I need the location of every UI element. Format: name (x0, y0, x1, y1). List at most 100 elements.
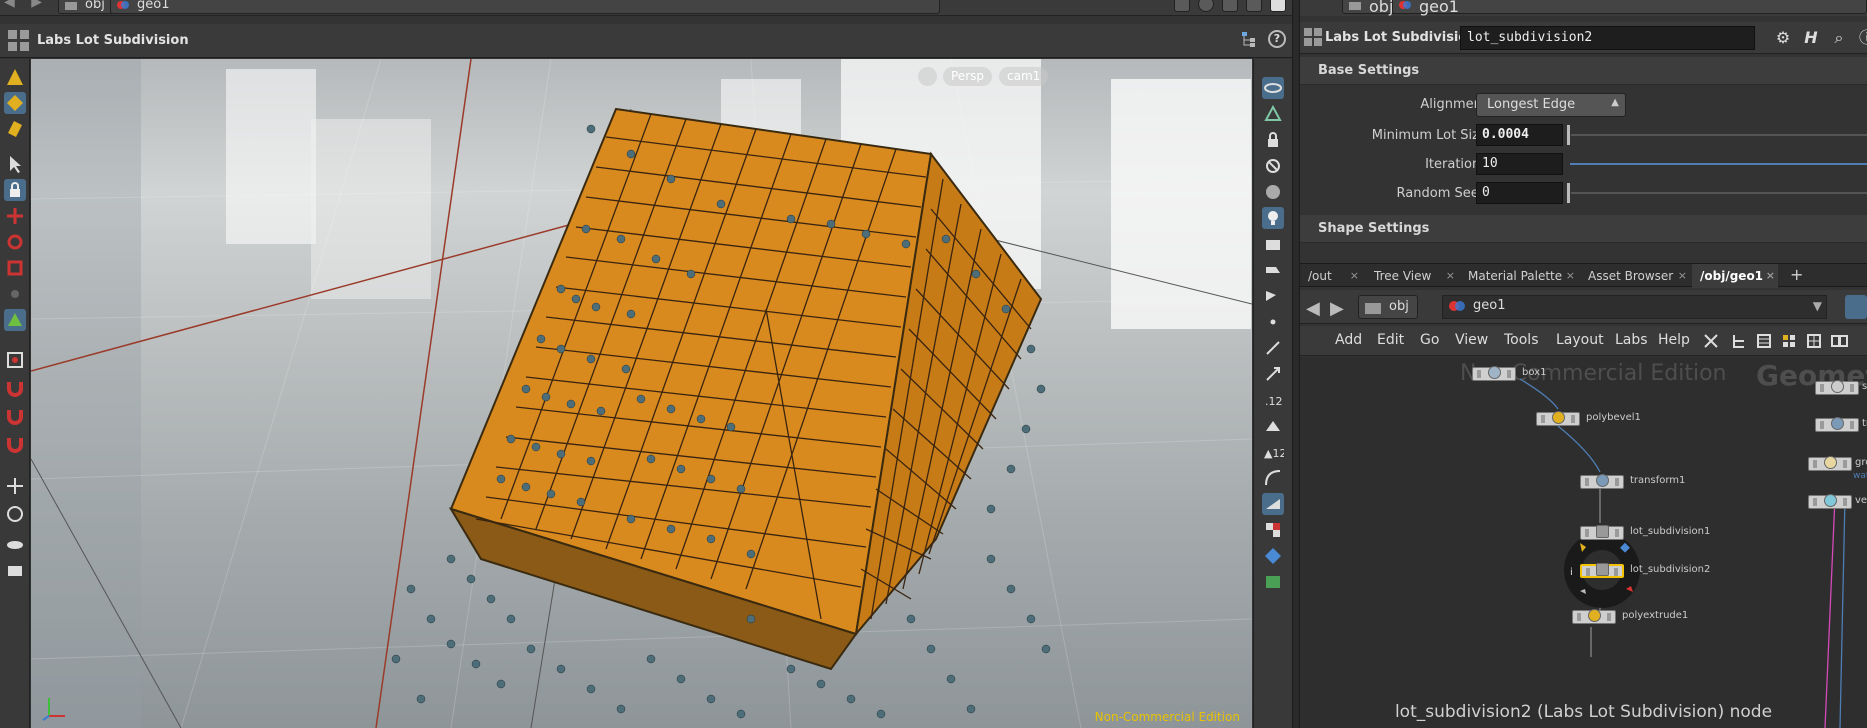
tab-asset-browser[interactable]: Asset Browser × (1580, 264, 1690, 288)
magnet-snap-icon[interactable] (4, 377, 26, 399)
hda-icon[interactable]: H (1800, 27, 1822, 49)
close-icon[interactable]: × (1678, 269, 1687, 282)
path-crumb-geo[interactable]: geo1 (1392, 0, 1867, 16)
pin-pane-button[interactable] (1845, 295, 1867, 319)
shading-sphere-icon[interactable] (1262, 181, 1284, 203)
brush-tool-icon[interactable] (4, 117, 26, 139)
base-settings-folder[interactable]: Base Settings (1300, 57, 1867, 85)
net-crumb-obj[interactable]: obj (1358, 295, 1418, 319)
close-icon[interactable]: × (1350, 269, 1359, 282)
edit-shape-icon[interactable] (4, 92, 26, 114)
path-crumb-obj[interactable]: obj (58, 0, 114, 14)
display-ghost-icon[interactable] (1262, 103, 1284, 125)
view-lock-button[interactable] (918, 67, 937, 86)
snapshot-icon[interactable] (1270, 0, 1286, 12)
net-path-dropdown[interactable]: geo1 ▼ (1442, 295, 1827, 319)
rotate-tool-icon[interactable] (4, 231, 26, 253)
alignment-menu[interactable]: Longest Edge ▲ (1476, 93, 1626, 117)
net-crumb-geo[interactable]: geo1 (1443, 295, 1513, 319)
snap-prim-icon[interactable] (4, 433, 26, 455)
node-name-field[interactable]: lot_subdivision2 (1460, 26, 1755, 50)
min-lot-size-knob[interactable] (1566, 124, 1571, 146)
normal-display-icon[interactable] (1262, 337, 1284, 359)
bg-image-icon[interactable] (1262, 571, 1284, 593)
eye-icon[interactable] (1262, 77, 1284, 99)
gear-icon[interactable]: ⚙ (1772, 27, 1794, 49)
camera-icon[interactable] (1262, 233, 1284, 255)
close-icon[interactable]: × (1446, 269, 1455, 282)
menu-edit[interactable]: Edit (1377, 332, 1404, 348)
select-arrow-icon[interactable] (4, 153, 26, 175)
menu-labs[interactable]: Labs (1615, 332, 1648, 348)
table-view-icon[interactable] (1805, 332, 1823, 350)
prim-numbers-icon[interactable]: ▲12 (1262, 441, 1284, 463)
menu-go[interactable]: Go (1420, 332, 1439, 348)
link-icon[interactable] (1198, 0, 1214, 12)
info-icon[interactable]: ⓘ (1856, 27, 1867, 49)
shape-settings-folder[interactable]: Shape Settings (1300, 215, 1867, 243)
tree-layout-icon[interactable] (1730, 332, 1748, 350)
close-icon[interactable]: × (1566, 269, 1575, 282)
display-options-icon[interactable] (4, 503, 26, 525)
random-seed-slider[interactable] (1570, 192, 1867, 194)
tab-tree-view[interactable]: Tree View × (1366, 264, 1458, 288)
pane-divider[interactable] (1292, 0, 1300, 728)
vector-display-icon[interactable] (1262, 363, 1284, 385)
tab-material-palette[interactable]: Material Palette × (1460, 264, 1578, 288)
point-numbers-icon[interactable]: .12 (1262, 389, 1284, 411)
tab-out[interactable]: /out × (1300, 264, 1362, 288)
menu-help[interactable]: Help (1658, 332, 1690, 348)
iterations-field[interactable]: 10 (1476, 153, 1563, 175)
view-tool-icon[interactable] (4, 349, 26, 371)
random-seed-knob[interactable] (1566, 182, 1571, 204)
texture-checker-icon[interactable] (1262, 519, 1284, 541)
shading-icon[interactable] (1246, 0, 1262, 12)
hull-icon[interactable] (1262, 493, 1284, 515)
menu-layout[interactable]: Layout (1556, 332, 1604, 348)
search-icon[interactable]: ⌕ (1828, 27, 1850, 49)
split-view-icon[interactable] (1830, 332, 1848, 350)
3d-viewport[interactable]: Persp cam1 Non-Commercial Edition (31, 59, 1252, 728)
menu-view[interactable]: View (1455, 332, 1488, 348)
menu-tools[interactable]: Tools (1504, 332, 1539, 348)
nav-arrows-icon[interactable]: ◀ ▶ (4, 0, 48, 10)
xray-icon[interactable] (1262, 155, 1284, 177)
persp-menu[interactable]: Persp (943, 67, 992, 86)
forward-arrow-icon[interactable]: ▶ (1330, 298, 1344, 319)
handle-tool-icon[interactable] (4, 309, 26, 331)
add-tab-button[interactable]: + (1782, 264, 1811, 288)
wrench-icon[interactable] (1702, 332, 1720, 350)
render-region-icon[interactable] (4, 531, 26, 553)
tab-obj-geo1[interactable]: /obj/geo1 × (1692, 264, 1778, 288)
scale-tool-icon[interactable] (4, 257, 26, 279)
pose-tool-icon[interactable] (4, 283, 26, 305)
cone-tool-icon[interactable] (4, 67, 26, 89)
light-bulb-icon[interactable] (1262, 207, 1284, 229)
help-button[interactable]: ? (1268, 30, 1286, 48)
curve-icon[interactable] (1262, 467, 1284, 489)
grid-view-icon[interactable] (1780, 332, 1798, 350)
flashlight-icon[interactable] (1262, 259, 1284, 281)
pin-icon[interactable] (1174, 0, 1190, 12)
list-view-icon[interactable] (1755, 332, 1773, 350)
menu-add[interactable]: Add (1335, 332, 1362, 348)
path-crumb-geo[interactable]: geo1 (110, 0, 940, 14)
network-editor[interactable]: Non-Commercial Edition Geometry i (1300, 357, 1867, 728)
lock-select-icon[interactable] (4, 179, 26, 201)
close-icon[interactable]: × (1766, 269, 1775, 282)
point-display-icon[interactable] (1262, 311, 1284, 333)
camera-flipbook-icon[interactable] (4, 559, 26, 581)
min-lot-size-field[interactable]: 0.0004 (1476, 124, 1563, 146)
diamond-icon[interactable] (1262, 545, 1284, 567)
min-lot-size-slider[interactable] (1570, 134, 1867, 136)
iterations-slider[interactable] (1570, 163, 1867, 165)
random-seed-field[interactable]: 0 (1476, 182, 1563, 204)
back-arrow-icon[interactable]: ◀ (1306, 298, 1320, 319)
move-tool-icon[interactable] (4, 205, 26, 227)
transform-handle-icon[interactable] (4, 475, 26, 497)
snap-grid-icon[interactable] (4, 405, 26, 427)
prim-display-icon[interactable] (1262, 415, 1284, 437)
display-icon[interactable] (1222, 0, 1238, 12)
tree-icon[interactable] (1240, 30, 1258, 48)
padlock-icon[interactable] (1262, 129, 1284, 151)
